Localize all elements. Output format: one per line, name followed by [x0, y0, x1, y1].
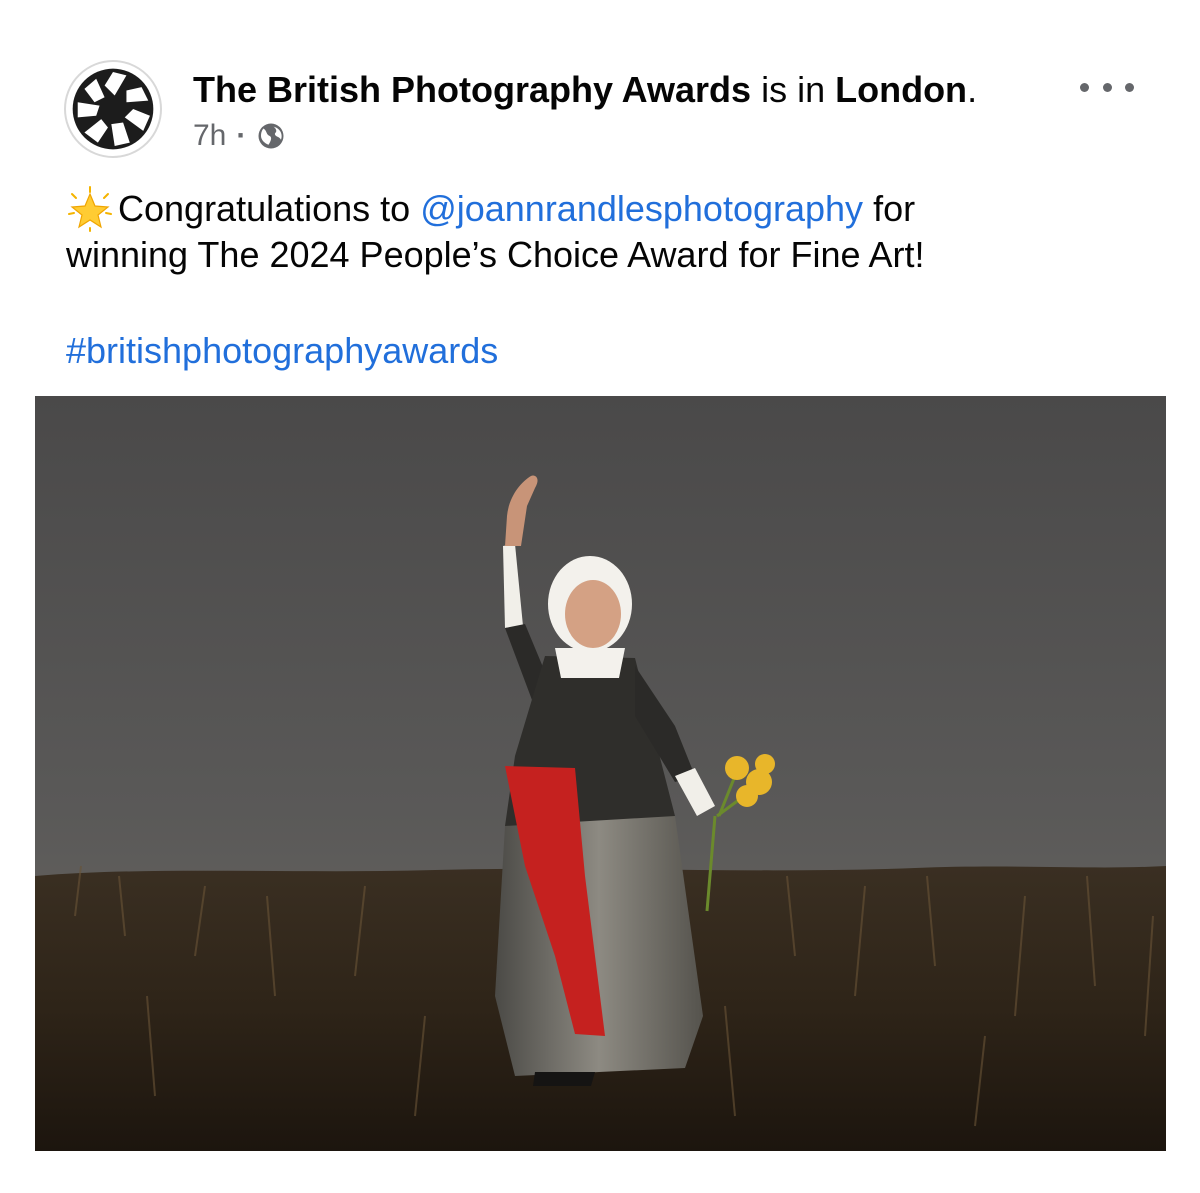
hashtag-link[interactable]: #britishphotographyawards: [66, 328, 498, 374]
location-connector: is in: [751, 69, 836, 110]
more-dot: [1102, 82, 1112, 92]
globe-icon[interactable]: [256, 121, 286, 151]
more-dot: [1080, 82, 1089, 92]
location-end: .: [967, 69, 978, 110]
post-photo[interactable]: [35, 396, 1166, 1151]
camera-aperture-logo-icon: [72, 68, 154, 150]
location-link[interactable]: London: [835, 69, 967, 110]
message-suffix: for: [863, 188, 916, 229]
glowing-star-icon: [66, 186, 114, 232]
message-line-1: Congratulations to @joannrandlesphotogra…: [66, 186, 1146, 232]
message-prefix: Congratulations to: [118, 188, 421, 229]
more-dot: [1125, 82, 1134, 92]
message-line-2: winning The 2024 People’s Choice Award f…: [66, 234, 925, 275]
post-header-title: The British Photography Awards is in Lon…: [193, 66, 977, 114]
facebook-post: The British Photography Awards is in Lon…: [0, 0, 1200, 1193]
photo-illustration: [35, 396, 1166, 1151]
more-options-icon[interactable]: [1080, 70, 1134, 104]
page-avatar[interactable]: [64, 60, 162, 158]
meta-separator: ·: [236, 119, 247, 152]
mention-link[interactable]: @joannrandlesphotography: [420, 188, 863, 229]
post-message: Congratulations to @joannrandlesphotogra…: [66, 186, 1146, 278]
post-timestamp[interactable]: 7h: [193, 116, 226, 156]
author-name-link[interactable]: The British Photography Awards: [193, 69, 751, 110]
post-meta: 7h ·: [193, 116, 286, 156]
